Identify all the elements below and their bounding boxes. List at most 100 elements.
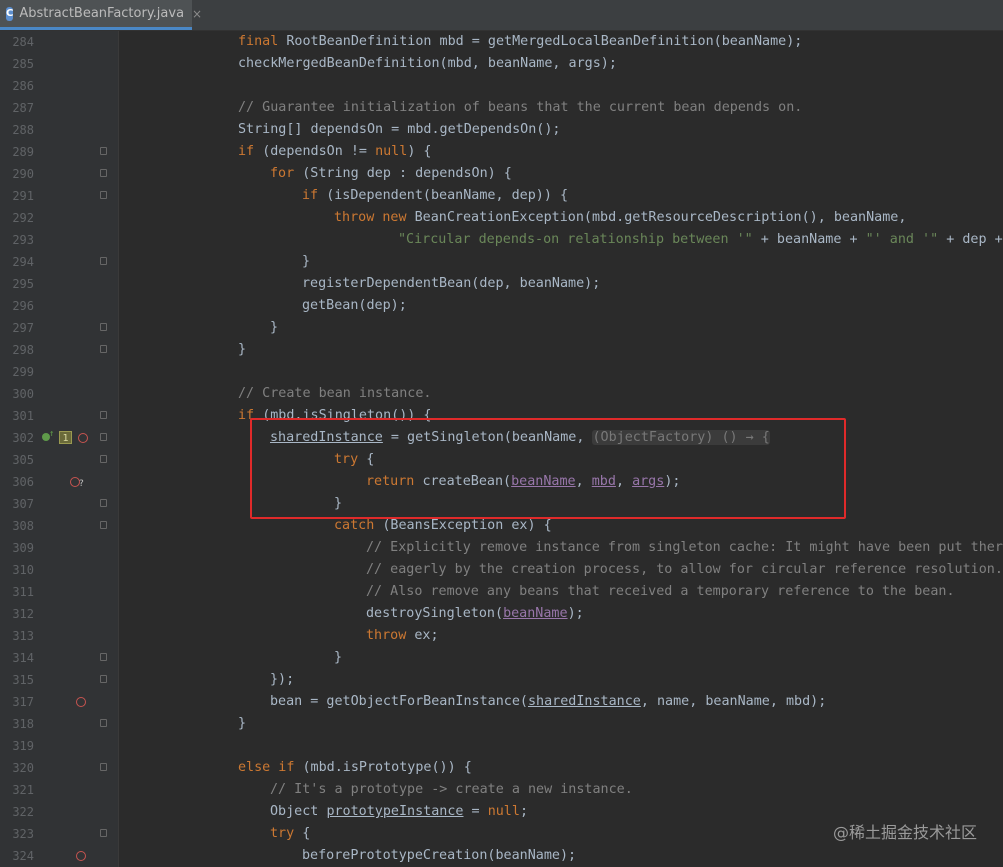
code-editor[interactable]: 284 final RootBeanDefinition mbd = getMer… — [0, 31, 1003, 867]
line-number: 293 — [12, 233, 34, 247]
fold-marker-icon[interactable] — [100, 653, 107, 661]
code-line[interactable]: 293 "Circular depends-on relationship bet… — [0, 229, 1003, 251]
line-number: 322 — [12, 805, 34, 819]
code-text: "Circular depends-on relationship betwee… — [398, 229, 1003, 251]
fold-marker-icon[interactable] — [100, 763, 107, 771]
code-line[interactable]: 296 getBean(dep); — [0, 295, 1003, 317]
code-text: } — [238, 713, 246, 735]
code-token: + dep + — [946, 232, 1003, 247]
code-token: Object — [270, 804, 327, 819]
code-token: BeanCreationException(mbd.getResourceDes… — [414, 210, 907, 225]
code-token: RootBeanDefinition mbd = getMergedLocalB… — [286, 34, 803, 49]
code-token: getBean(dep); — [302, 298, 407, 313]
code-line[interactable]: 317 bean = getObjectForBeanInstance(share… — [0, 691, 1003, 713]
fold-marker-icon[interactable] — [100, 433, 107, 441]
code-line[interactable]: 290 for (String dep : dependsOn) { — [0, 163, 1003, 185]
code-line[interactable]: 285 checkMergedBeanDefinition(mbd, beanNa… — [0, 53, 1003, 75]
code-line[interactable]: 318} — [0, 713, 1003, 735]
code-line[interactable]: 319 — [0, 735, 1003, 757]
code-token: prototypeInstance — [326, 804, 464, 819]
code-line[interactable]: 312 destroySingleton(beanName); — [0, 603, 1003, 625]
code-text: // It's a prototype -> create a new inst… — [270, 779, 633, 801]
code-line[interactable]: 324 beforePrototypeCreation(beanName); — [0, 845, 1003, 867]
code-line[interactable]: 294} — [0, 251, 1003, 273]
code-text: throw ex; — [366, 625, 439, 647]
recursive-call-icon[interactable] — [76, 851, 86, 861]
code-line[interactable]: 289 if (dependsOn != null) { — [0, 141, 1003, 163]
code-line[interactable]: 295 registerDependentBean(dep, beanName); — [0, 273, 1003, 295]
code-text: Object prototypeInstance = null; — [270, 801, 528, 823]
fold-marker-icon[interactable] — [100, 191, 107, 199]
fold-marker-icon[interactable] — [100, 499, 107, 507]
fold-marker-icon[interactable] — [100, 719, 107, 727]
watermark: @稀土掘金技术社区 — [832, 823, 977, 842]
code-token: for — [270, 166, 303, 181]
code-line[interactable]: 315}); — [0, 669, 1003, 691]
tab-abstract-bean-factory[interactable]: C AbstractBeanFactory.java × — [0, 0, 202, 30]
question-mark-icon: ? — [79, 479, 84, 489]
tab-label: AbstractBeanFactory.java — [19, 6, 185, 21]
code-line[interactable]: 297} — [0, 317, 1003, 339]
code-line[interactable]: 320 else if (mbd.isPrototype()) { — [0, 757, 1003, 779]
code-line[interactable]: 288 String[] dependsOn = mbd.getDependsOn… — [0, 119, 1003, 141]
code-token: "Circular depends-on relationship betwee… — [398, 232, 753, 247]
code-text: String[] dependsOn = mbd.getDependsOn(); — [238, 119, 560, 141]
code-line[interactable]: 311 // Also remove any beans that receive… — [0, 581, 1003, 603]
code-text: // Create bean instance. — [238, 383, 431, 405]
fold-marker-icon[interactable] — [100, 345, 107, 353]
fold-marker-icon[interactable] — [100, 411, 107, 419]
fold-marker-icon[interactable] — [100, 169, 107, 177]
code-token: ex; — [414, 628, 439, 643]
line-number: 314 — [12, 651, 34, 665]
fold-marker-icon[interactable] — [100, 521, 107, 529]
code-text: beforePrototypeCreation(beanName); — [302, 845, 576, 867]
code-token: // Explicitly remove instance from singl… — [366, 540, 1003, 555]
line-number: 294 — [12, 255, 34, 269]
line-number: 291 — [12, 189, 34, 203]
code-line[interactable]: 299 — [0, 361, 1003, 383]
code-line[interactable]: 291 if (isDependent(beanName, dep)) { — [0, 185, 1003, 207]
code-token: null — [375, 144, 408, 159]
code-text: if (isDependent(beanName, dep)) { — [302, 185, 568, 207]
fold-marker-icon[interactable] — [100, 323, 107, 331]
code-token: } — [238, 716, 247, 731]
code-line[interactable]: 310 // eagerly by the creation process, t… — [0, 559, 1003, 581]
fold-marker-icon[interactable] — [100, 829, 107, 837]
code-line[interactable]: 284 final RootBeanDefinition mbd = getMer… — [0, 31, 1003, 53]
code-line[interactable]: 321 // It's a prototype -> create a new i… — [0, 779, 1003, 801]
code-text: // Also remove any beans that received a… — [366, 581, 955, 603]
line-number: 295 — [12, 277, 34, 291]
code-line[interactable]: 292 throw new BeanCreationException(mbd.g… — [0, 207, 1003, 229]
code-text: destroySingleton(beanName); — [366, 603, 584, 625]
bookmark-icon[interactable]: 1 — [59, 431, 72, 444]
close-icon[interactable]: × — [192, 7, 202, 21]
highlight-annotation-box — [250, 418, 846, 519]
line-number: 318 — [12, 717, 34, 731]
code-line[interactable]: 300 // Create bean instance. — [0, 383, 1003, 405]
code-line[interactable]: 287 // Guarantee initialization of beans … — [0, 97, 1003, 119]
code-line[interactable]: 313 throw ex; — [0, 625, 1003, 647]
code-token: if — [302, 188, 327, 203]
line-number: 311 — [12, 585, 34, 599]
code-token: + beanName + — [752, 232, 866, 247]
line-number: 309 — [12, 541, 34, 555]
fold-marker-icon[interactable] — [100, 675, 107, 683]
line-number: 310 — [12, 563, 34, 577]
code-token: registerDependentBean(dep, beanName); — [302, 276, 601, 291]
fold-marker-icon[interactable] — [100, 257, 107, 265]
code-line[interactable]: 314} — [0, 647, 1003, 669]
code-text: } — [334, 647, 342, 669]
code-line[interactable]: 298} — [0, 339, 1003, 361]
recursive-call-icon[interactable] — [76, 697, 86, 707]
line-number: 302 — [12, 431, 34, 445]
code-line[interactable]: 309 // Explicitly remove instance from si… — [0, 537, 1003, 559]
line-number: 296 — [12, 299, 34, 313]
code-token: ; — [519, 804, 528, 819]
fold-marker-icon[interactable] — [100, 455, 107, 463]
code-line[interactable]: 286 — [0, 75, 1003, 97]
code-token: }); — [270, 672, 295, 687]
code-token: if — [238, 144, 263, 159]
recursive-call-icon[interactable] — [78, 433, 88, 443]
code-token: checkMergedBeanDefinition(mbd, beanName,… — [238, 56, 617, 71]
fold-marker-icon[interactable] — [100, 147, 107, 155]
